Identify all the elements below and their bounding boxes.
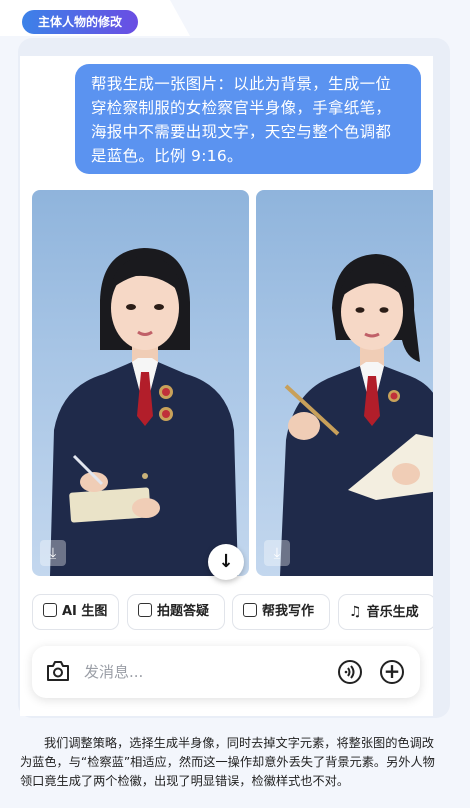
- chip-label: AI 生图: [62, 604, 108, 619]
- generated-image-1[interactable]: ⤓: [32, 190, 249, 576]
- prompt-line: 是蓝色。比例 9:16。: [91, 147, 243, 165]
- download-icon[interactable]: ⤓: [264, 540, 290, 566]
- music-icon: ♫: [349, 604, 362, 620]
- message-input[interactable]: 发消息...: [84, 646, 143, 698]
- prompt-line: 帮我生成一张图片：以此为背景，生成一位: [91, 75, 392, 93]
- chip-photo-question[interactable]: 拍题答疑: [127, 594, 225, 630]
- chip-writing[interactable]: 帮我写作: [232, 594, 330, 630]
- chip-ai-image[interactable]: AI 生图: [32, 594, 119, 630]
- generated-image-2[interactable]: ⤓: [256, 190, 433, 576]
- quick-action-bar: AI 生图 拍题答疑 帮我写作 ♫ 音乐生成: [32, 594, 433, 630]
- camera-icon[interactable]: [46, 660, 70, 682]
- section-tag: 主体人物的修改: [22, 10, 139, 34]
- prompt-line: 穿检察制服的女检察官半身像，手拿纸笔，: [91, 99, 392, 117]
- prompt-line: 海报中不需要出现文字，天空与整个色调都: [91, 123, 392, 141]
- page: 主体人物的修改 帮我生成一张图片：以此为背景，生成一位 穿检察制服的女检察官半身…: [0, 0, 470, 808]
- image-icon: [43, 603, 57, 617]
- download-icon[interactable]: ⤓: [40, 540, 66, 566]
- chip-music[interactable]: ♫ 音乐生成: [338, 594, 433, 630]
- chip-label: 拍题答疑: [157, 604, 210, 619]
- prosecutor-portrait-2: [280, 254, 433, 576]
- voice-icon[interactable]: [338, 660, 362, 684]
- chip-label: 帮我写作: [262, 604, 315, 619]
- arrow-down-icon[interactable]: ↓: [208, 544, 244, 580]
- scan-question-icon: [138, 603, 152, 617]
- edit-icon: [243, 603, 257, 617]
- chip-label: 音乐生成: [366, 605, 419, 620]
- chat-screen: 帮我生成一张图片：以此为背景，生成一位 穿检察制服的女检察官半身像，手拿纸笔， …: [20, 56, 433, 716]
- prosecutor-portrait-1: [50, 248, 238, 576]
- message-composer: 发消息... +: [32, 646, 420, 698]
- user-prompt-bubble: 帮我生成一张图片：以此为背景，生成一位 穿检察制服的女检察官半身像，手拿纸笔， …: [75, 64, 421, 174]
- plus-icon[interactable]: +: [380, 660, 404, 684]
- caption-paragraph: 我们调整策略，选择生成半身像，同时去掉文字元素，将整张图的色调改为蓝色，与“检察…: [20, 736, 435, 788]
